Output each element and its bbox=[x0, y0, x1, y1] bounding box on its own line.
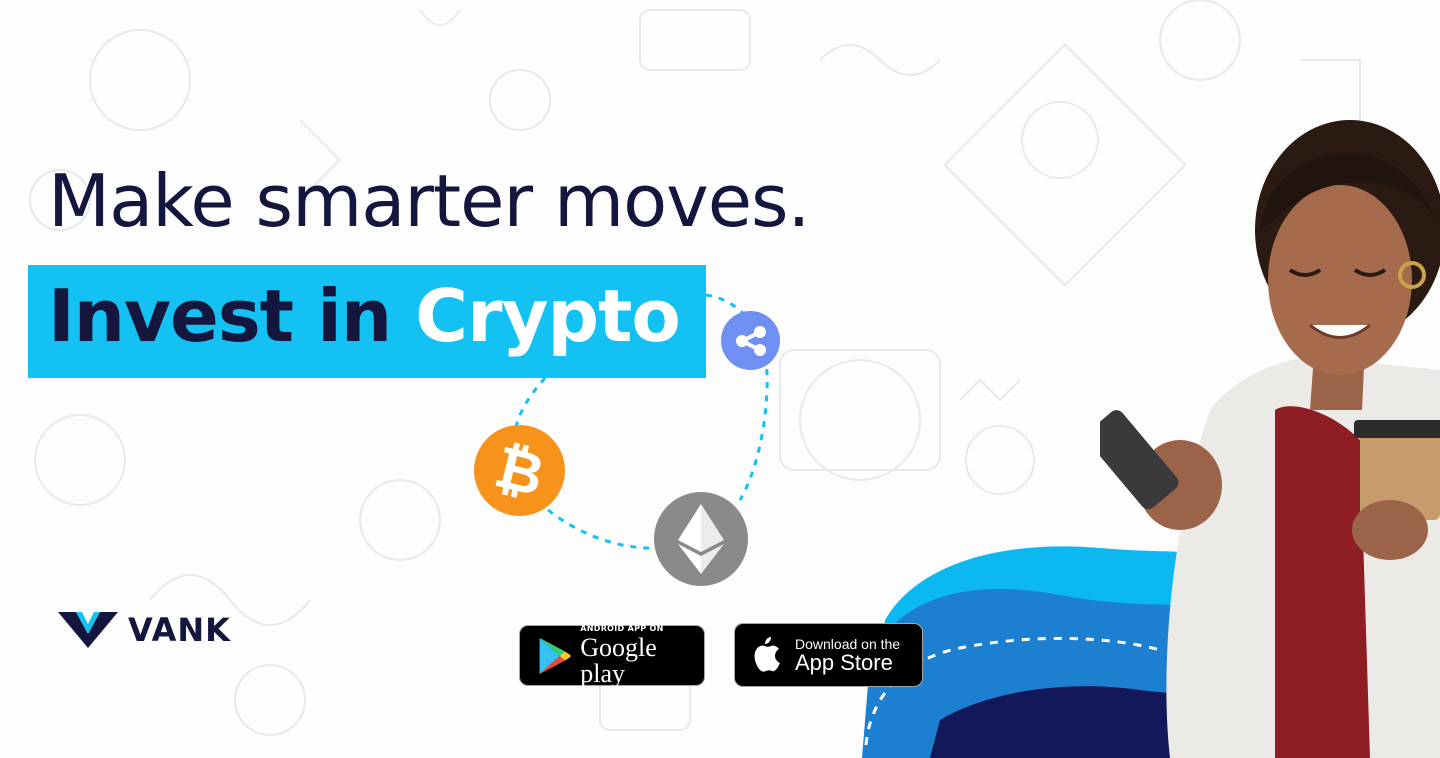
ethereum-coin-icon bbox=[654, 492, 748, 586]
vank-logo[interactable]: VANK bbox=[58, 610, 231, 650]
bitcoin-symbol: ₿ bbox=[488, 431, 551, 510]
brand-name: VANK bbox=[128, 611, 231, 649]
apple-icon bbox=[754, 637, 780, 672]
woman-with-phone-illustration bbox=[1100, 120, 1440, 758]
google-play-big-text: Google play bbox=[580, 632, 657, 688]
ripple-coin-icon bbox=[721, 311, 780, 370]
subheadline-part2: Crypto bbox=[415, 274, 681, 358]
vank-logo-icon bbox=[58, 612, 118, 648]
hero-banner: Make smarter moves. Invest in Crypto ₿ V… bbox=[0, 0, 1440, 758]
google-play-badge[interactable]: ANDROID APP ON Google play bbox=[519, 623, 705, 688]
headline: Make smarter moves. bbox=[48, 159, 810, 243]
subheadline-part1: Invest in bbox=[48, 274, 392, 358]
app-store-small-text: Download on the bbox=[795, 635, 901, 652]
subheadline: Invest in Crypto bbox=[48, 280, 681, 352]
google-play-small-text: ANDROID APP ON bbox=[580, 623, 664, 633]
google-play-icon bbox=[539, 637, 571, 674]
app-store-big-text: App Store bbox=[795, 649, 893, 675]
app-store-badge[interactable]: Download on the App Store bbox=[734, 623, 923, 687]
bitcoin-coin-icon: ₿ bbox=[474, 425, 565, 516]
